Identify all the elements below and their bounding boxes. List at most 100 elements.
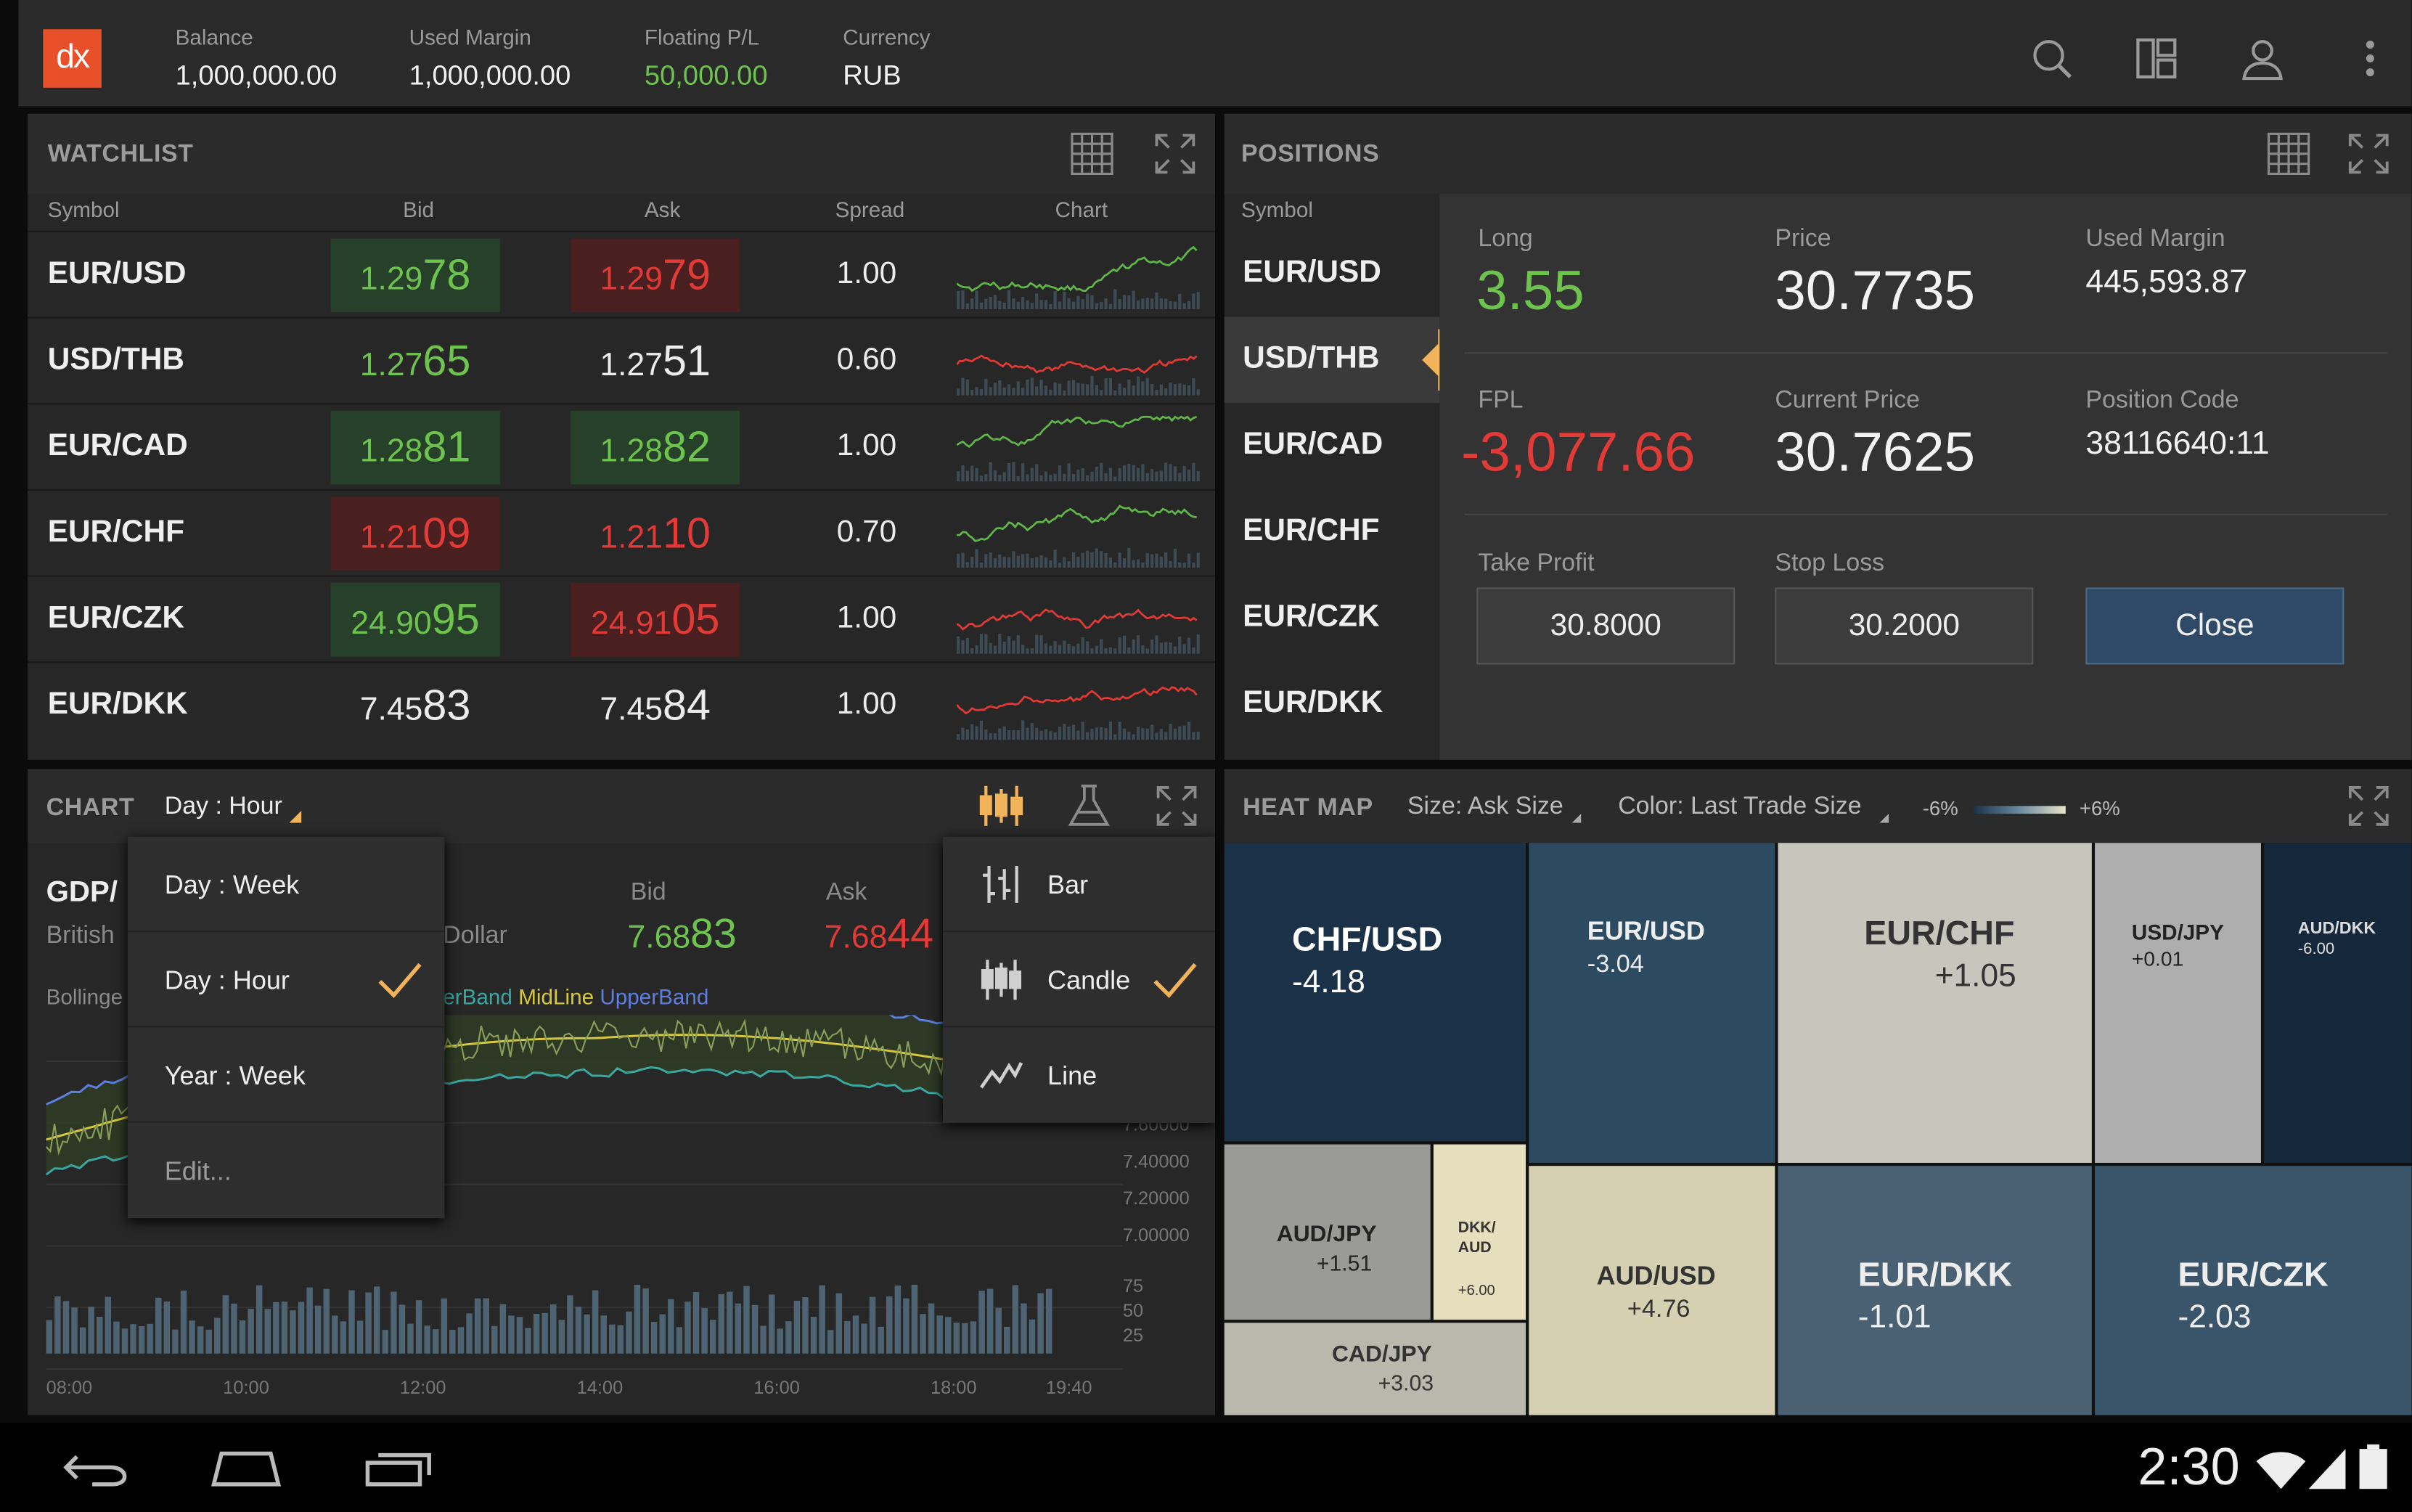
bid-price[interactable]: 7.4583 — [331, 669, 500, 743]
sparkline-volume-bar — [1118, 383, 1121, 396]
bid-price[interactable]: 1.2881 — [330, 410, 500, 485]
heatmap-tile[interactable]: EUR/CHF +1.05 — [1778, 843, 2092, 1163]
col-symbol[interactable]: Symbol — [48, 197, 120, 221]
volume-bar — [533, 1313, 540, 1354]
sparkline-volume-bar — [1007, 636, 1011, 654]
volume-bar — [676, 1327, 683, 1354]
position-row[interactable]: USD/THB — [1224, 316, 1440, 404]
expand-icon[interactable] — [1153, 132, 1196, 175]
ask-price[interactable]: 1.2882 — [571, 410, 740, 485]
sparkline-volume-bar — [965, 729, 969, 740]
chart-type-candle[interactable]: Candle — [942, 932, 1216, 1028]
sparkline-volume-bar — [1141, 645, 1145, 654]
back-icon[interactable] — [62, 1450, 129, 1487]
sparkline-volume-bar — [1164, 462, 1168, 482]
heatmap-tile[interactable]: CAD/JPY +3.03 — [1224, 1323, 1526, 1415]
tile-symbol: EUR/CZK — [2178, 1255, 2329, 1294]
period-option-day-hour[interactable]: Day : Hour — [127, 932, 445, 1028]
ask-price[interactable]: 1.2751 — [571, 324, 740, 399]
bid-price[interactable]: 1.2109 — [330, 496, 500, 571]
heatmap-tile[interactable]: EUR/USD -3.04 — [1529, 843, 1775, 1163]
sparkline-volume-bar — [1155, 635, 1158, 654]
volume-bar — [525, 1328, 531, 1354]
col-spread[interactable]: Spread — [835, 197, 905, 221]
ask-price[interactable]: 1.2110 — [571, 496, 740, 571]
sparkline-volume-bar — [1108, 303, 1113, 309]
bid-price[interactable]: 1.2765 — [331, 324, 500, 399]
grid-view-icon[interactable] — [1071, 132, 1113, 176]
heatmap-tile[interactable]: AUD/JPY +1.51 — [1224, 1144, 1431, 1320]
watchlist-row[interactable]: EUR/DKK 7.4583 7.4584 1.00 — [28, 661, 1216, 748]
ask-price-prefix: 1.29 — [600, 261, 663, 297]
position-row[interactable]: EUR/CHF — [1225, 489, 1440, 576]
heatmap-tile[interactable]: USD/JPY +0.01 — [2095, 843, 2261, 1163]
close-position-button[interactable]: Close — [2085, 587, 2344, 665]
time-tick-label: 10:00 — [223, 1378, 269, 1398]
expand-icon[interactable] — [1155, 785, 1198, 827]
ask-price[interactable]: 24.9105 — [571, 583, 740, 657]
ask-price[interactable]: 7.4584 — [571, 669, 740, 743]
home-icon[interactable] — [209, 1447, 283, 1487]
heatmap-tile[interactable]: AUD/USD +4.76 — [1529, 1166, 1775, 1415]
heatmap-tile[interactable]: CHF/USD -4.18 — [1224, 843, 1526, 1142]
candle-chart-icon[interactable] — [978, 783, 1025, 830]
sparkline-volume-bar — [1030, 303, 1034, 309]
expand-icon[interactable] — [2347, 785, 2390, 827]
position-row[interactable]: EUR/USD — [1225, 231, 1440, 317]
heatmap-tile[interactable]: EUR/DKK -1.01 — [1778, 1166, 2092, 1415]
search-icon[interactable] — [2030, 37, 2073, 80]
take-profit-input[interactable]: 30.8000 — [1476, 587, 1736, 665]
expand-icon[interactable] — [2347, 132, 2390, 175]
position-row[interactable]: EUR/DKK — [1225, 661, 1440, 748]
bid-price[interactable]: 24.9095 — [330, 583, 500, 657]
col-ask[interactable]: Ask — [645, 197, 680, 221]
sparkline-volume-bar — [1196, 470, 1200, 482]
grid-view-icon[interactable] — [2267, 132, 2310, 176]
stop-loss-input[interactable]: 30.2000 — [1775, 587, 2034, 665]
sparkline-volume-bar — [1118, 298, 1121, 309]
sparkline-volume-bar — [1044, 729, 1048, 740]
period-option-day-week[interactable]: Day : Week — [127, 837, 445, 933]
volume-bar — [1021, 1303, 1027, 1354]
watchlist-row[interactable]: EUR/CZK 24.9095 24.9105 1.00 — [28, 575, 1216, 662]
sparkline-volume-bar — [1113, 648, 1117, 654]
layout-icon[interactable] — [2135, 37, 2178, 80]
period-selector[interactable]: Day : Hour — [165, 793, 282, 821]
position-row[interactable]: EUR/CZK — [1225, 576, 1440, 662]
overflow-menu-icon[interactable] — [2349, 37, 2392, 80]
sparkline-volume-bar — [1150, 469, 1154, 482]
positions-title: POSITIONS — [1241, 141, 1380, 168]
heatmap-tile[interactable]: DKK/ AUD +6.00 — [1433, 1144, 1526, 1320]
account-icon[interactable] — [2241, 37, 2284, 81]
bid-price-pips: 81 — [422, 422, 471, 471]
sparkline-volume-bar — [1127, 547, 1131, 568]
heatmap-size-selector[interactable]: Size: Ask Size — [1407, 793, 1563, 821]
sparkline-volume-bar — [1108, 378, 1113, 396]
watchlist-row[interactable]: EUR/CAD 1.2881 1.2882 1.00 — [28, 403, 1216, 489]
watchlist-row[interactable]: EUR/CHF 1.2109 1.2110 0.70 — [28, 489, 1216, 576]
row-symbol: EUR/CZK — [47, 601, 185, 636]
col-chart[interactable]: Chart — [1055, 197, 1108, 221]
period-option-edit[interactable]: Edit... — [128, 1123, 445, 1218]
watchlist-row[interactable]: EUR/USD 1.2978 1.2979 1.00 — [28, 230, 1216, 317]
heatmap-color-selector[interactable]: Color: Last Trade Size — [1618, 793, 1861, 821]
bid-price[interactable]: 1.2978 — [330, 238, 500, 313]
col-bid[interactable]: Bid — [403, 197, 434, 221]
watchlist-row[interactable]: USD/THB 1.2765 1.2751 0.60 — [28, 316, 1216, 404]
positions-col-symbol[interactable]: Symbol — [1241, 197, 1313, 221]
heatmap-tile[interactable]: AUD/DKK -6.00 — [2264, 843, 2412, 1163]
volume-bar — [609, 1324, 616, 1354]
heatmap-tile[interactable]: EUR/CZK -2.03 — [2095, 1166, 2412, 1415]
chart-type-line[interactable]: Line — [943, 1027, 1215, 1122]
sparkline-volume-bar — [1108, 647, 1113, 654]
indicators-flask-icon[interactable] — [1068, 783, 1111, 830]
chart-type-bar[interactable]: Bar — [942, 837, 1216, 933]
sparkline-volume-bar — [1090, 729, 1094, 740]
period-option-year-week[interactable]: Year : Week — [127, 1027, 445, 1123]
volume-bar — [79, 1327, 86, 1354]
position-row[interactable]: EUR/CAD — [1225, 403, 1440, 489]
sparkline-volume-bar — [1095, 467, 1098, 482]
recent-apps-icon[interactable] — [363, 1447, 433, 1487]
ask-price[interactable]: 1.2979 — [571, 238, 740, 313]
sparkline-volume-bar — [1007, 557, 1011, 568]
